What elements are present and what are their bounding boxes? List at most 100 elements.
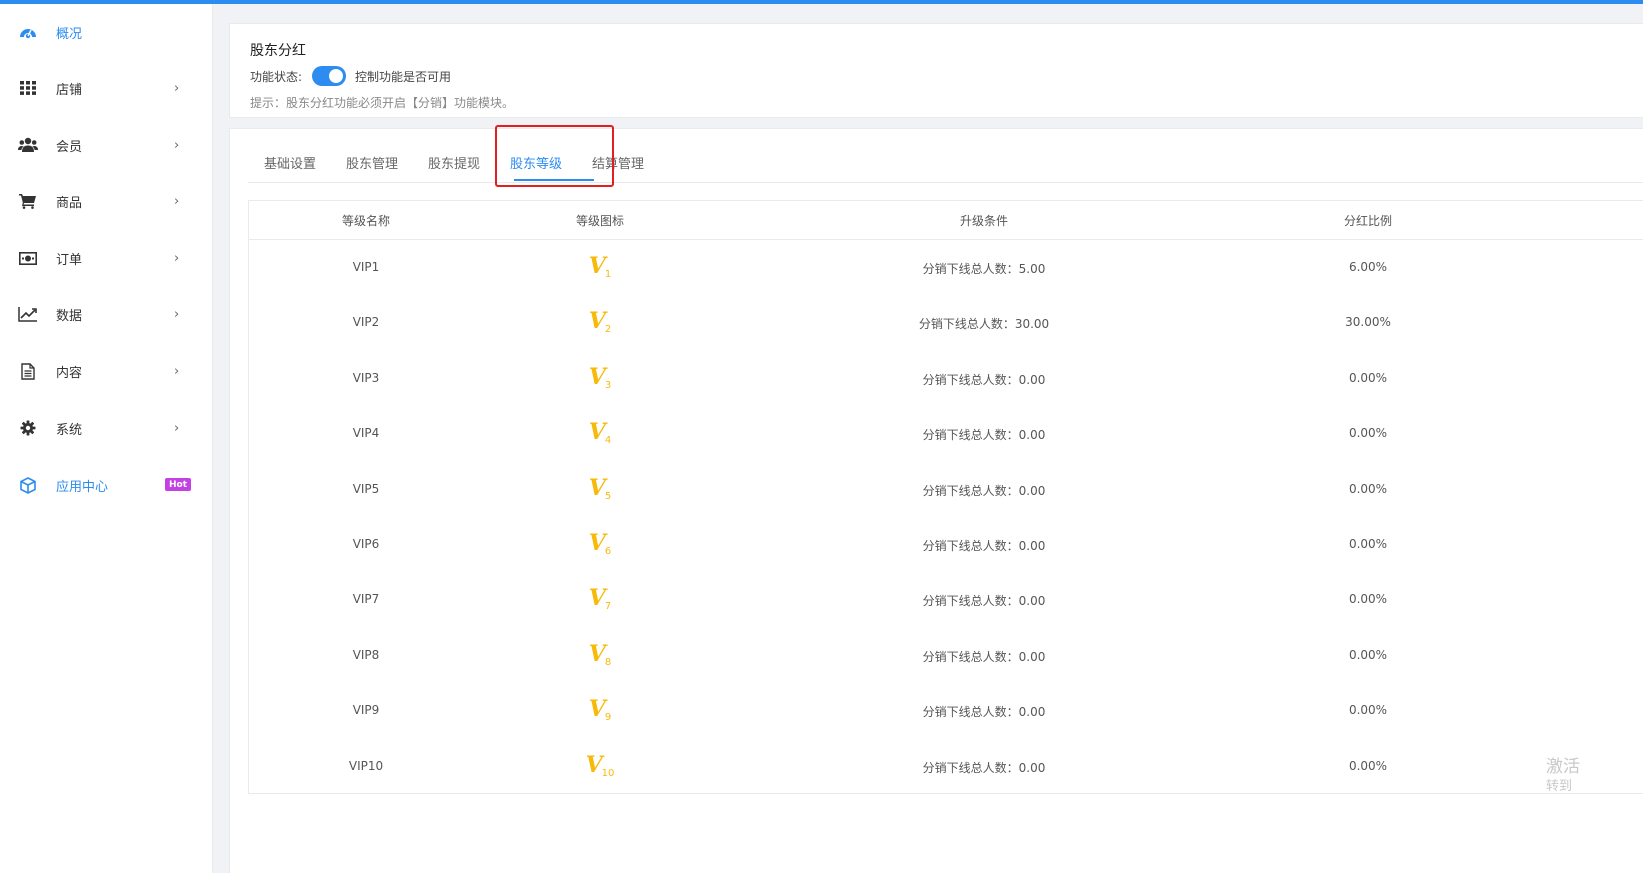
vip-level-number: 8 (604, 656, 612, 668)
sidebar-item-members[interactable]: 会员 › (0, 125, 212, 165)
sidebar-item-data[interactable]: 数据 › (0, 294, 212, 334)
feature-header-card: 股东分红 功能状态: 控制功能是否可用 提示：股东分红功能必须开启【分销】功能模… (229, 23, 1643, 118)
vip-level-icon: V3 (588, 363, 611, 391)
vip-v-glyph: V (588, 308, 606, 335)
toggle-knob (329, 69, 343, 83)
sidebar-item-label: 概况 (56, 26, 83, 42)
vip-v-glyph: V (588, 363, 606, 390)
upgrade-condition: 分销下线总人数：0.00 (922, 483, 1046, 498)
vip-v-glyph: V (588, 530, 606, 556)
level-name: VIP6 (352, 537, 380, 551)
vip-level-icon: V7 (588, 585, 612, 613)
level-name: VIP8 (352, 647, 380, 662)
hot-badge: Hot (165, 478, 191, 491)
vip-v-glyph: V (585, 751, 603, 778)
column-header-level-name: 等级名称 (341, 214, 391, 228)
sidebar: 概况 店铺 › 会员 › 商品 › 订单 › 数据 › 内容 › 系统 › 应用… (0, 4, 213, 873)
sidebar-item-overview[interactable]: 概况 (0, 12, 212, 52)
tab-bar: 基础设置 股东管理 股东提现 股东等级 结算管理 (248, 125, 1643, 187)
main-card: 基础设置 股东管理 股东提现 股东等级 结算管理 等级名称 等级图标 升级条件 … (229, 125, 1643, 873)
tab-settlement-management[interactable]: 结算管理 (592, 153, 644, 172)
dividend-ratio: 0.00% (1348, 426, 1388, 441)
tab-shareholder-withdrawal[interactable]: 股东提现 (428, 153, 480, 172)
vip-level-number: 10 (601, 767, 615, 779)
dividend-ratio: 0.00% (1348, 703, 1388, 718)
vip-level-number: 7 (604, 601, 612, 613)
sidebar-item-label: 商品 (56, 195, 83, 211)
sidebar-item-orders[interactable]: 订单 › (0, 238, 212, 278)
table-row: VIP8 V8 分销下线总人数：0.00 0.00% (249, 628, 1643, 683)
vip-v-glyph: V (588, 474, 606, 501)
sidebar-item-products[interactable]: 商品 › (0, 181, 212, 221)
table-row: VIP2 V2 分销下线总人数：30.00 30.00% (249, 295, 1643, 350)
chevron-right-icon: › (174, 250, 180, 266)
sidebar-item-store[interactable]: 店铺 › (0, 68, 212, 108)
dividend-ratio: 0.00% (1348, 370, 1388, 385)
vip-v-glyph: V (588, 253, 606, 279)
vip-level-number: 6 (604, 546, 612, 557)
gear-icon (18, 418, 38, 438)
users-icon (18, 135, 38, 155)
sidebar-item-app-center[interactable]: 应用中心 Hot (0, 465, 212, 505)
table-row: VIP5 V5 分销下线总人数：0.00 0.00% (249, 462, 1643, 517)
sidebar-item-label: 内容 (56, 365, 83, 381)
table-row: VIP7 V7 分销下线总人数：0.00 0.00% (249, 572, 1643, 627)
vip-level-number: 4 (604, 435, 612, 447)
chevron-right-icon: › (174, 193, 180, 209)
level-name: VIP2 (352, 315, 380, 330)
vip-v-glyph: V (588, 585, 606, 612)
level-name: VIP3 (352, 370, 380, 385)
tab-shareholder-management[interactable]: 股东管理 (346, 153, 398, 172)
upgrade-condition: 分销下线总人数：5.00 (922, 262, 1046, 276)
sidebar-item-label: 数据 (56, 308, 83, 324)
money-icon (18, 248, 38, 268)
tab-shareholder-level[interactable]: 股东等级 (510, 153, 562, 172)
dividend-ratio: 0.00% (1348, 758, 1388, 773)
column-header-level-icon: 等级图标 (575, 214, 625, 228)
cube-icon (18, 475, 38, 495)
cart-icon (18, 191, 38, 211)
watermark-line-1: 激活 (1546, 757, 1580, 777)
tab-basic-settings[interactable]: 基础设置 (264, 153, 316, 172)
vip-level-number: 2 (604, 324, 612, 336)
vip-level-number: 1 (604, 269, 612, 280)
dividend-ratio: 0.00% (1348, 537, 1388, 551)
level-name: VIP10 (348, 758, 384, 773)
document-icon (18, 361, 38, 381)
sidebar-item-label: 会员 (56, 139, 83, 155)
upgrade-condition: 分销下线总人数：0.00 (922, 372, 1046, 387)
level-name: VIP5 (352, 481, 380, 496)
vip-v-glyph: V (588, 696, 606, 723)
sidebar-item-label: 系统 (56, 422, 83, 438)
sidebar-item-content[interactable]: 内容 › (0, 351, 212, 391)
vip-level-icon: V5 (588, 474, 611, 502)
vip-level-icon: V4 (589, 419, 612, 447)
dividend-ratio: 30.00% (1345, 315, 1391, 330)
vip-level-icon: V8 (589, 641, 612, 668)
sidebar-item-system[interactable]: 系统 › (0, 408, 212, 448)
toggle-description: 控制功能是否可用 (355, 70, 452, 84)
column-header-dividend-ratio: 分红比例 (1343, 214, 1393, 228)
tip-text: 提示：股东分红功能必须开启【分销】功能模块。 (250, 96, 515, 110)
level-name: VIP9 (352, 703, 380, 718)
table-row: VIP9 V9 分销下线总人数：0.00 0.00% (249, 683, 1643, 738)
sidebar-item-label: 店铺 (56, 82, 83, 98)
upgrade-condition: 分销下线总人数：0.00 (922, 649, 1046, 664)
table-row: VIP3 V3 分销下线总人数：0.00 0.00% (249, 351, 1643, 406)
upgrade-condition: 分销下线总人数：30.00 (918, 317, 1050, 332)
active-tab-underline (514, 179, 594, 181)
feature-toggle[interactable] (312, 66, 346, 86)
level-name: VIP7 (352, 592, 380, 607)
grid-icon (18, 78, 38, 98)
activation-watermark: 激活 转到 (1546, 757, 1580, 797)
chevron-right-icon: › (174, 420, 180, 436)
dividend-ratio: 6.00% (1348, 260, 1388, 274)
chevron-right-icon: › (174, 306, 180, 322)
level-name: VIP4 (352, 426, 380, 441)
level-name: VIP1 (352, 260, 380, 274)
table-row: VIP10 V10 分销下线总人数：0.00 0.00% (249, 739, 1643, 794)
vip-level-icon: V6 (588, 530, 612, 557)
chevron-right-icon: › (174, 363, 180, 379)
level-table: 等级名称 等级图标 升级条件 分红比例 VIP1 V1 分销下线总人数：5.00 6.… (248, 200, 1643, 794)
table-row: VIP6 V6 分销下线总人数：0.00 0.00% (249, 517, 1643, 572)
